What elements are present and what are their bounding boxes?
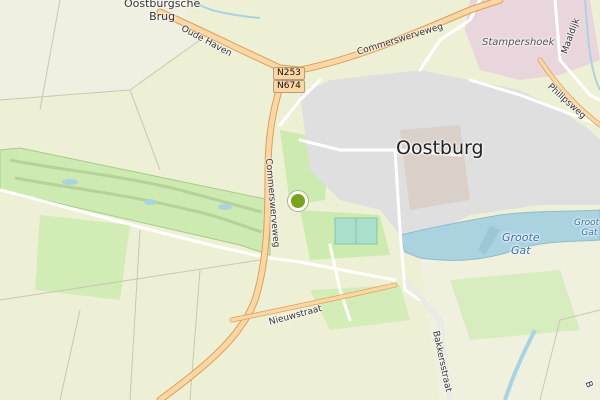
location-marker-icon[interactable] bbox=[288, 191, 308, 211]
pond bbox=[144, 199, 156, 205]
town-label: Oostburg bbox=[396, 137, 484, 159]
pond bbox=[218, 204, 232, 210]
district-label: Stampershoek bbox=[482, 37, 555, 48]
lake-label-line2: Gat bbox=[511, 243, 531, 257]
pond bbox=[62, 179, 78, 185]
map-view[interactable]: Oostburgsche Brug Oostburg Stampershoek … bbox=[0, 0, 600, 400]
lake-label-small-line2: Gat bbox=[581, 228, 598, 239]
lake-label: Groote Gat bbox=[502, 231, 540, 257]
hamlet-label-line2: Brug bbox=[149, 9, 176, 23]
lake-label-line1: Groote bbox=[502, 231, 540, 244]
lake-label-small: Groote Gat bbox=[574, 218, 600, 239]
route-shield-n674: N674 bbox=[273, 80, 305, 93]
route-shield-n253: N253 bbox=[273, 67, 305, 80]
hamlet-label: Oostburgsche Brug bbox=[124, 0, 200, 23]
lake-label-small-line1: Groote bbox=[574, 218, 600, 228]
meadow-area bbox=[450, 270, 580, 340]
